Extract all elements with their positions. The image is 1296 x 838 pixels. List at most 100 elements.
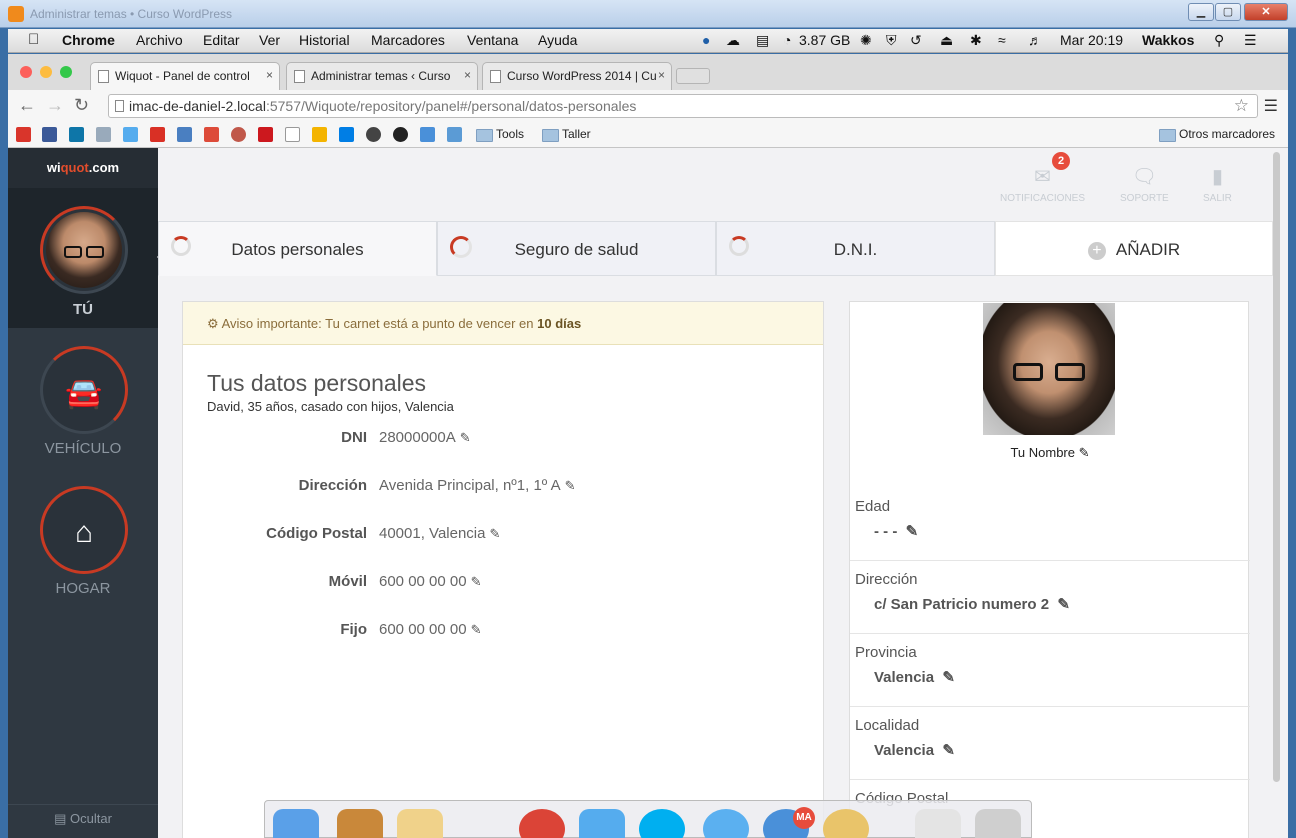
reload-icon[interactable]: ↻: [74, 95, 89, 116]
user-name[interactable]: Wakkos: [1142, 32, 1194, 48]
status-cloud-icon[interactable]: ☁: [726, 32, 740, 49]
browser-tab-temas[interactable]: Administrar temas ‹ Curso ×: [286, 62, 478, 90]
notification-center-icon[interactable]: ☰: [1244, 32, 1257, 49]
wifi-icon[interactable]: ≈: [998, 32, 1006, 48]
field-value[interactable]: 28000000A ✎: [379, 429, 471, 446]
close-traffic-light[interactable]: [20, 66, 32, 78]
pencil-icon[interactable]: ✎: [906, 523, 919, 540]
chrome-dock-icon[interactable]: [519, 809, 565, 838]
finder-dock-icon[interactable]: [273, 809, 319, 838]
disk-free[interactable]: 3.87 GB: [799, 32, 850, 48]
menu-marcadores[interactable]: Marcadores: [371, 32, 445, 48]
bookmark-icon[interactable]: [231, 127, 246, 142]
facebook-bookmark-icon[interactable]: [42, 127, 57, 142]
field-value[interactable]: 600 00 00 00 ✎: [379, 621, 482, 638]
browser-tab-curso[interactable]: Curso WordPress 2014 | Cu ×: [482, 62, 672, 90]
profile-photo[interactable]: [983, 303, 1115, 435]
sidebar-item-vehiculo[interactable]: 🚘 VEHÍCULO: [8, 344, 158, 474]
pencil-icon[interactable]: ✎: [1079, 445, 1090, 460]
bookmark-folder-tools[interactable]: Tools: [476, 127, 524, 142]
browser-tab-wiquot[interactable]: Wiquot - Panel de control ×: [90, 62, 280, 90]
menu-ventana[interactable]: Ventana: [467, 32, 518, 48]
tab-dni[interactable]: D.N.I.: [716, 221, 995, 276]
page-scrollbar[interactable]: [1273, 152, 1280, 782]
apple-icon[interactable]: : [28, 31, 39, 48]
status-network-icon[interactable]: ▤: [756, 32, 769, 49]
field-value[interactable]: 600 00 00 00 ✎: [379, 573, 482, 590]
bluetooth-icon[interactable]: ✱: [970, 32, 982, 49]
adobe-bookmark-icon[interactable]: [16, 127, 31, 142]
gmail-bookmark-icon[interactable]: [150, 127, 165, 142]
google-plus-bookmark-icon[interactable]: [204, 127, 219, 142]
profile-name[interactable]: Tu Nombre ✎: [850, 445, 1250, 461]
pencil-icon[interactable]: ✎: [489, 526, 500, 541]
add-tab-button[interactable]: + AÑADIR: [995, 221, 1273, 276]
forward-arrow-icon[interactable]: →: [46, 95, 64, 116]
tab-close-icon[interactable]: ×: [658, 68, 665, 82]
messages-dock-icon[interactable]: [703, 809, 749, 838]
new-tab-button[interactable]: [676, 68, 710, 84]
status-gear-icon[interactable]: ✺: [860, 32, 872, 49]
github-bookmark-icon[interactable]: [393, 127, 408, 142]
time-machine-icon[interactable]: ↺: [910, 32, 922, 49]
status-elephant-icon[interactable]: ●: [702, 32, 710, 48]
translate-bookmark-icon[interactable]: [447, 127, 462, 142]
pencil-icon[interactable]: ✎: [565, 478, 576, 493]
skype-dock-icon[interactable]: [639, 809, 685, 838]
linkedin-bookmark-icon[interactable]: [69, 127, 84, 142]
zoom-traffic-light[interactable]: [60, 66, 72, 78]
minimize-button[interactable]: ▁: [1188, 3, 1214, 21]
dropbox-bookmark-icon[interactable]: [339, 127, 354, 142]
field-value[interactable]: Avenida Principal, nº1, 1º A ✎: [379, 477, 576, 494]
menu-editar[interactable]: Editar: [203, 32, 240, 48]
twitter-dock-icon[interactable]: [579, 809, 625, 838]
back-arrow-icon[interactable]: ←: [18, 95, 36, 116]
notifications-button[interactable]: ✉ Notificaciones 2: [1000, 152, 1085, 204]
bookmark-folder-taller[interactable]: Taller: [542, 127, 591, 142]
sidebar-item-tu[interactable]: TÚ: [8, 188, 166, 328]
menu-ver[interactable]: Ver: [259, 32, 280, 48]
menu-ayuda[interactable]: Ayuda: [538, 32, 577, 48]
eject-icon[interactable]: ⏏: [940, 32, 953, 49]
menu-archivo[interactable]: Archivo: [136, 32, 183, 48]
volume-icon[interactable]: ♬: [1028, 32, 1042, 48]
pencil-icon[interactable]: ✎: [471, 622, 482, 637]
sidebar-item-hogar[interactable]: ⌂ HOGAR: [8, 484, 158, 614]
row-value[interactable]: Valencia ✎: [874, 741, 955, 759]
youtube-bookmark-icon[interactable]: [258, 127, 273, 142]
sketch-dock-icon[interactable]: [397, 809, 443, 838]
maximize-button[interactable]: ▢: [1215, 3, 1241, 21]
close-window-button[interactable]: ✕: [1244, 3, 1288, 21]
sublime-dock-icon[interactable]: [337, 809, 383, 838]
status-shield-icon[interactable]: ⛨: [886, 32, 897, 49]
photos-dock-icon[interactable]: [823, 809, 869, 838]
trash-dock-icon[interactable]: [975, 809, 1021, 838]
menu-app-name[interactable]: Chrome: [62, 32, 115, 48]
other-bookmarks-folder[interactable]: Otros marcadores: [1159, 127, 1275, 142]
codepen-bookmark-icon[interactable]: [366, 127, 381, 142]
mail-bookmark-icon[interactable]: [177, 127, 192, 142]
hide-sidebar-button[interactable]: ▤ Ocultar: [8, 804, 158, 838]
support-button[interactable]: 🗨 Soporte: [1120, 164, 1169, 204]
field-value[interactable]: 40001, Valencia ✎: [379, 525, 500, 542]
clock[interactable]: Mar 20:19: [1060, 32, 1123, 48]
wiquot-logo[interactable]: wiquot.com: [8, 148, 158, 188]
document-dock-icon[interactable]: [915, 809, 961, 838]
tab-close-icon[interactable]: ×: [266, 68, 273, 82]
spotlight-search-icon[interactable]: ⚲: [1214, 32, 1224, 49]
tab-close-icon[interactable]: ×: [464, 68, 471, 82]
pencil-icon[interactable]: ✎: [942, 669, 955, 686]
tab-seguro-de-salud[interactable]: Seguro de salud: [437, 221, 716, 276]
pencil-icon[interactable]: ✎: [942, 742, 955, 759]
drive-bookmark-icon[interactable]: [312, 127, 327, 142]
pencil-icon[interactable]: ✎: [471, 574, 482, 589]
pencil-icon[interactable]: ✎: [460, 430, 471, 445]
address-bar[interactable]: imac-de-daniel-2.local:5757/Wiquote/repo…: [108, 94, 1258, 118]
bookmark-star-icon[interactable]: ☆: [1234, 95, 1249, 117]
pencil-icon[interactable]: ✎: [1057, 596, 1070, 613]
row-value[interactable]: Valencia ✎: [874, 668, 955, 686]
calendar-bookmark-icon[interactable]: [420, 127, 435, 142]
tab-datos-personales[interactable]: Datos personales: [158, 221, 437, 276]
row-value[interactable]: c/ San Patricio numero 2 ✎: [874, 595, 1070, 613]
instapaper-bookmark-icon[interactable]: [285, 127, 300, 142]
